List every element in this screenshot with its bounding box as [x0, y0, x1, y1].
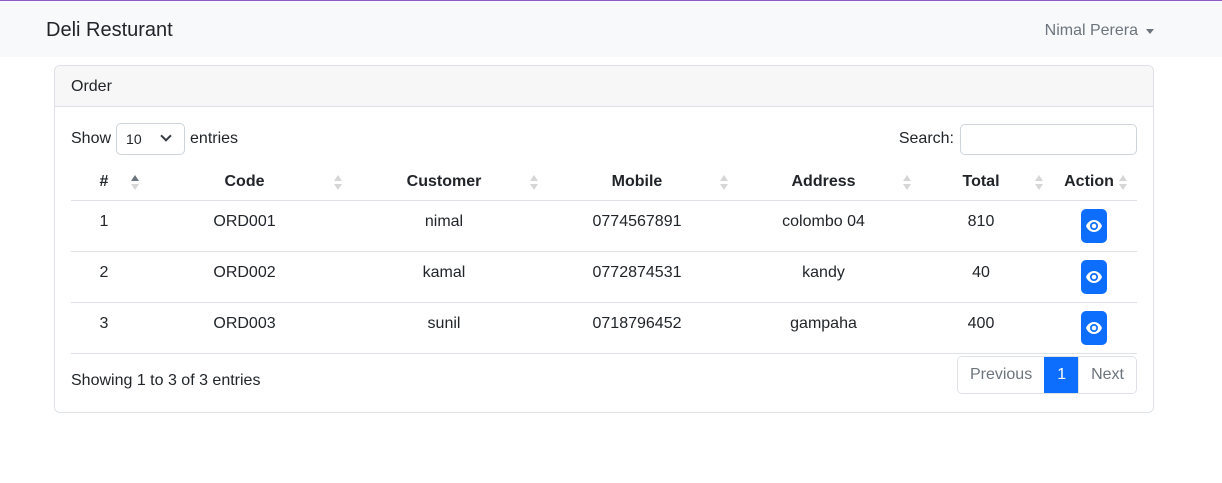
sort-icon [1035, 175, 1043, 191]
column-header-customer[interactable]: Customer [352, 165, 548, 201]
table-controls: Show 10 entries Search: [71, 123, 1137, 155]
cell-number: 1 [71, 200, 149, 252]
card-title: Order [71, 78, 112, 95]
table-header-row: # Code Customer Mobile Address Total Act… [71, 165, 1137, 201]
chevron-down-icon [160, 130, 172, 142]
cell-code: ORD003 [149, 302, 352, 354]
cell-mobile: 0718796452 [548, 302, 738, 354]
card-header: Order [55, 66, 1153, 107]
entries-select-value: 10 [126, 131, 142, 147]
cell-customer: sunil [352, 302, 548, 354]
table-info: Showing 1 to 3 of 3 entries [71, 372, 261, 389]
cell-total: 400 [921, 302, 1053, 354]
table-row: 3 ORD003 sunil 0718796452 gampaha 400 [71, 302, 1137, 354]
eye-icon [1086, 270, 1102, 283]
cell-number: 3 [71, 302, 149, 354]
pagination: Previous 1 Next [956, 356, 1137, 394]
view-order-button[interactable] [1081, 259, 1107, 294]
cell-code: ORD001 [149, 200, 352, 252]
search-input[interactable] [960, 123, 1137, 155]
search-box: Search: [899, 123, 1137, 155]
column-header-mobile[interactable]: Mobile [548, 165, 738, 201]
column-header-number[interactable]: # [71, 165, 149, 201]
orders-table: # Code Customer Mobile Address Total Act… [71, 165, 1137, 354]
cell-code: ORD002 [149, 251, 352, 303]
cell-action [1053, 200, 1137, 252]
eye-icon [1086, 219, 1102, 232]
sort-icon [903, 175, 911, 191]
sort-icon [530, 175, 538, 191]
cell-mobile: 0774567891 [548, 200, 738, 252]
sort-icon [720, 175, 728, 191]
search-label: Search: [898, 130, 954, 147]
column-header-total[interactable]: Total [921, 165, 1053, 201]
order-card: Order Show 10 entries Search: # Code Cus… [54, 65, 1154, 413]
cell-action [1053, 302, 1137, 354]
entries-label: entries [190, 130, 239, 147]
sort-icon [334, 175, 342, 191]
column-header-address[interactable]: Address [738, 165, 921, 201]
cell-total: 810 [921, 200, 1053, 252]
view-order-button[interactable] [1081, 310, 1107, 345]
page-1-button[interactable]: 1 [1044, 357, 1079, 393]
cell-customer: kamal [352, 251, 548, 303]
view-order-button[interactable] [1081, 208, 1107, 243]
entries-length: Show 10 entries [71, 123, 238, 155]
navbar: Deli Resturant Nimal Perera [0, 1, 1222, 57]
cell-address: gampaha [738, 302, 921, 354]
cell-mobile: 0772874531 [548, 251, 738, 303]
cell-address: kandy [738, 251, 921, 303]
cell-customer: nimal [352, 200, 548, 252]
sort-icon [131, 175, 139, 191]
table-row: 2 ORD002 kamal 0772874531 kandy 40 [71, 251, 1137, 303]
column-header-action[interactable]: Action [1053, 165, 1137, 201]
show-label: Show [71, 130, 112, 147]
user-name: Nimal Perera [1044, 22, 1138, 39]
cell-action [1053, 251, 1137, 303]
next-page-button[interactable]: Next [1078, 357, 1136, 393]
brand-name[interactable]: Deli Resturant [46, 18, 173, 42]
previous-page-button[interactable]: Previous [957, 357, 1045, 393]
table-row: 1 ORD001 nimal 0774567891 colombo 04 810 [71, 200, 1137, 252]
cell-number: 2 [71, 251, 149, 303]
entries-select[interactable]: 10 [116, 123, 186, 155]
sort-icon [1119, 175, 1127, 191]
cell-address: colombo 04 [738, 200, 921, 252]
caret-down-icon [1146, 29, 1154, 34]
eye-icon [1086, 321, 1102, 334]
column-header-code[interactable]: Code [149, 165, 352, 201]
user-menu-dropdown[interactable]: Nimal Perera [1045, 21, 1154, 41]
cell-total: 40 [921, 251, 1053, 303]
